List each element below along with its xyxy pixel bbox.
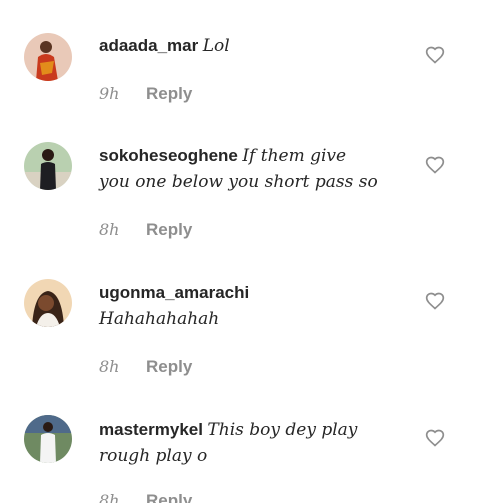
comment-list: adaada_mar Lol 9h Reply sokoheseoghene If… [0, 0, 480, 503]
comment-text: If them give [242, 146, 347, 166]
heart-outline-icon[interactable] [425, 291, 445, 311]
comment-line: Hahahahahah [99, 306, 409, 333]
comment-line: rough play o [99, 443, 409, 470]
comment-line: sokoheseoghene If them give [99, 142, 409, 169]
comment-body: ugonma_amarachi Hahahahahah [99, 279, 409, 333]
avatar[interactable] [24, 415, 72, 463]
heart-outline-icon[interactable] [425, 428, 445, 448]
heart-outline-icon[interactable] [425, 45, 445, 65]
comment-text: This boy dey play [207, 420, 358, 440]
comment-timestamp: 8h [99, 491, 120, 503]
comment-username[interactable]: sokoheseoghene [99, 146, 238, 165]
comment-username[interactable]: adaada_mar [99, 36, 198, 55]
reply-button[interactable]: Reply [146, 84, 192, 103]
comment-line: adaada_mar Lol [99, 32, 409, 59]
comment-item: mastermykel This boy dey play rough play… [0, 400, 480, 503]
comment-body: mastermykel This boy dey play rough play… [99, 416, 409, 470]
comment-meta: 8h Reply [99, 355, 192, 379]
comment-body: sokoheseoghene If them give you one belo… [99, 142, 409, 196]
comment-text: Lol [202, 36, 230, 56]
comment-timestamp: 9h [99, 84, 120, 103]
comment-username[interactable]: mastermykel [99, 420, 203, 439]
heart-outline-icon[interactable] [425, 155, 445, 175]
comment-text: rough play o [99, 446, 208, 466]
comment-meta: 9h Reply [99, 82, 192, 106]
comment-item: ugonma_amarachi Hahahahahah 8h Reply [0, 260, 480, 400]
comment-item: sokoheseoghene If them give you one belo… [0, 120, 480, 260]
comment-body: adaada_mar Lol [99, 32, 409, 59]
comment-line: ugonma_amarachi [99, 279, 409, 306]
reply-button[interactable]: Reply [146, 357, 192, 376]
comment-item: adaada_mar Lol 9h Reply [0, 0, 480, 120]
reply-button[interactable]: Reply [146, 491, 192, 503]
avatar[interactable] [24, 33, 72, 81]
comment-timestamp: 8h [99, 220, 120, 239]
avatar[interactable] [24, 142, 72, 190]
reply-button[interactable]: Reply [146, 220, 192, 239]
comment-line: mastermykel This boy dey play [99, 416, 409, 443]
comment-meta: 8h Reply [99, 489, 192, 503]
comment-text: you one below you short pass so [99, 172, 378, 192]
comment-timestamp: 8h [99, 357, 120, 376]
comment-username[interactable]: ugonma_amarachi [99, 283, 249, 302]
avatar[interactable] [24, 279, 72, 327]
comment-line: you one below you short pass so [99, 169, 409, 196]
comment-text: Hahahahahah [99, 309, 220, 329]
comment-meta: 8h Reply [99, 218, 192, 242]
